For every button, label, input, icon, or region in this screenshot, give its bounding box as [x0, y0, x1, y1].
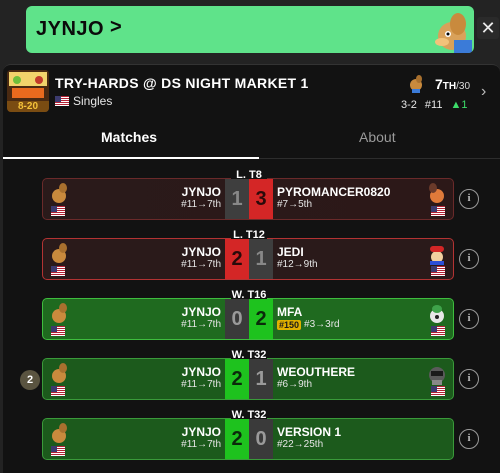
- player-left: JYNJO #11→7th: [181, 185, 221, 210]
- info-icon[interactable]: i: [459, 429, 479, 449]
- score-left: 2: [225, 419, 249, 459]
- player-name: WEOUTHERE: [277, 365, 355, 379]
- score-left: 2: [225, 239, 249, 279]
- us-flag-icon: [51, 386, 65, 396]
- character-icon: [429, 183, 444, 203]
- placement: 7TH/30: [435, 76, 471, 92]
- player-left: JYNJO #11→7th: [181, 425, 221, 450]
- player-seed: #11→7th: [181, 379, 221, 390]
- score-right: 1: [249, 359, 273, 399]
- player-name: VERSION 1: [277, 425, 342, 439]
- player-name: MFA: [277, 305, 303, 319]
- character-icon: [430, 305, 444, 323]
- player-name: JYNJO: [36, 18, 105, 40]
- player-left: JYNJO #11→7th: [181, 305, 221, 330]
- player-right: MFA #150 #3→3rd: [277, 305, 340, 330]
- seed: #11: [424, 99, 443, 111]
- character-icon: [430, 246, 444, 265]
- info-icon[interactable]: i: [459, 309, 479, 329]
- player-seed: #6→9th: [277, 379, 313, 390]
- match-card[interactable]: W. T32 JYNJO #11→7th 2 0 VERSION 1 #22→2…: [42, 407, 454, 460]
- player-right: WEOUTHERE #6→9th: [277, 365, 355, 390]
- player-name: JYNJO: [181, 185, 221, 199]
- event-format-label: Singles: [73, 94, 113, 108]
- player-seed: #22→25th: [277, 439, 324, 450]
- score-right: 0: [249, 419, 273, 459]
- info-icon[interactable]: i: [459, 249, 479, 269]
- player-name: JEDI: [277, 245, 304, 259]
- us-flag-icon: [431, 206, 445, 216]
- player-banner[interactable]: JYNJO >: [26, 6, 474, 53]
- thumbnail-score: 8-20: [7, 101, 49, 112]
- player-left: JYNJO #11→7th: [181, 245, 221, 270]
- player-left: JYNJO #11→7th: [181, 365, 221, 390]
- us-flag-icon: [51, 266, 65, 276]
- event-title[interactable]: TRY-HARDS @ DS NIGHT MARKET 1: [55, 75, 309, 91]
- match-card[interactable]: W. T32 JYNJO #11→7th 2 1 WEOUTHERE #6→9t…: [42, 347, 454, 400]
- record-row: 3-2 #11 ▲1: [401, 99, 467, 111]
- player-right: VERSION 1 #22→25th: [277, 425, 341, 450]
- app-root: JYNJO > ✕ 8-20 TRY-HARDS @ DS NIGHT MARK…: [0, 0, 500, 473]
- player-seed: #12→9th: [277, 259, 318, 270]
- character-icon: [52, 423, 67, 443]
- player-seed-row: #150 #3→3rd: [277, 319, 340, 330]
- seed-change: ▲1: [450, 99, 468, 111]
- tab-about[interactable]: About: [359, 129, 396, 145]
- player-seed: #11→7th: [181, 439, 221, 450]
- character-art-icon: [435, 13, 472, 53]
- us-flag-icon: [51, 326, 65, 336]
- record: 3-2: [401, 99, 417, 111]
- player-seed: #11→7th: [181, 199, 221, 210]
- player-seed: #11→7th: [181, 319, 221, 330]
- score-right: 1: [249, 239, 273, 279]
- player-name: JYNJO: [181, 425, 221, 439]
- us-flag-icon: [431, 386, 445, 396]
- event-format: Singles: [55, 94, 112, 108]
- player-name: JYNJO: [181, 365, 221, 379]
- chevron-right-icon: >: [110, 16, 122, 38]
- player-right: JEDI #12→9th: [277, 245, 318, 270]
- character-icon: [429, 367, 445, 385]
- rank-badge: #150: [277, 319, 302, 330]
- us-flag-icon: [51, 206, 65, 216]
- match-card[interactable]: W. T16 JYNJO #11→7th 0 2 MFA #150 #3→3rd: [42, 287, 454, 340]
- character-icon: [52, 183, 67, 203]
- character-icon: [52, 303, 67, 323]
- player-name: PYROMANCER0820: [277, 185, 391, 199]
- player-name: JYNJO: [181, 305, 221, 319]
- us-flag-icon: [431, 266, 445, 276]
- score-left: 2: [225, 359, 249, 399]
- score-right: 3: [249, 179, 273, 219]
- info-icon[interactable]: i: [459, 369, 479, 389]
- close-button[interactable]: ✕: [477, 17, 499, 39]
- score-left: 1: [225, 179, 249, 219]
- tab-matches[interactable]: Matches: [101, 129, 157, 145]
- chevron-right-icon[interactable]: ›: [481, 83, 486, 101]
- active-tab-indicator: [3, 157, 259, 159]
- game-count-badge: 2: [20, 370, 40, 390]
- character-icon: [410, 75, 422, 93]
- info-icon[interactable]: i: [459, 189, 479, 209]
- player-name: JYNJO: [181, 245, 221, 259]
- match-card[interactable]: L. T12 JYNJO #11→7th 2 1 JEDI #12→9th: [42, 227, 454, 280]
- match-card[interactable]: L. T8 JYNJO #11→7th 1 3 PYROMANCER0820 #…: [42, 167, 454, 220]
- player-seed: #11→7th: [181, 259, 221, 270]
- player-right: PYROMANCER0820 #7→5th: [277, 185, 390, 210]
- us-flag-icon: [55, 96, 69, 106]
- character-icon: [52, 363, 67, 383]
- event-thumbnail[interactable]: 8-20: [7, 70, 49, 112]
- us-flag-icon: [431, 326, 445, 336]
- player-seed: #7→5th: [277, 199, 313, 210]
- score-right: 2: [249, 299, 273, 339]
- tab-bar: Matches About: [3, 117, 500, 159]
- character-icon: [52, 243, 67, 263]
- us-flag-icon: [51, 446, 65, 456]
- score-left: 0: [225, 299, 249, 339]
